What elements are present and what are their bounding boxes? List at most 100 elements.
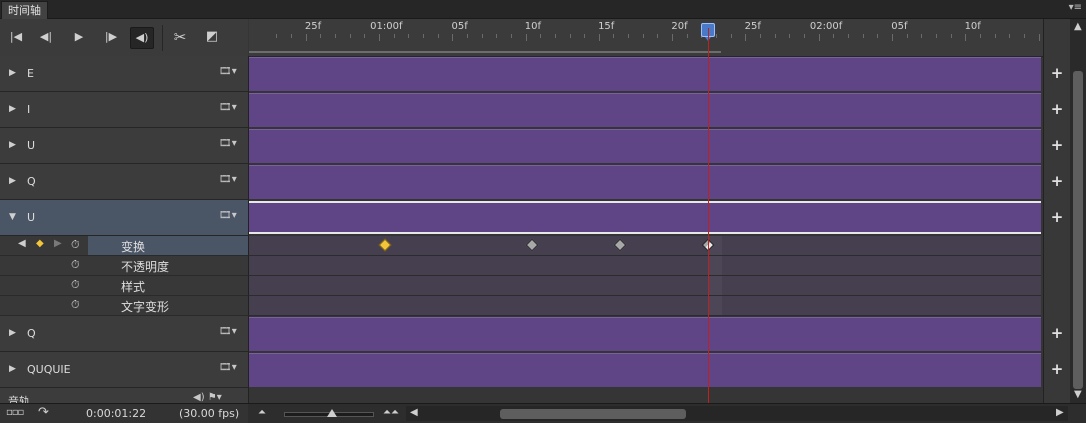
add-media-button[interactable]: +	[1048, 208, 1066, 226]
expand-triangle-icon[interactable]: ▶	[9, 176, 16, 186]
ruler-label: 05f	[451, 21, 467, 32]
add-media-button[interactable]: +	[1048, 360, 1066, 378]
film-strip-menu-icon[interactable]: 🎞▾	[219, 362, 237, 373]
layer-clip[interactable]	[249, 353, 1041, 387]
panel-menu-icon[interactable]: ▾≡	[1069, 2, 1082, 13]
stopwatch-icon[interactable]: ⏱	[71, 258, 80, 272]
film-strip-menu-icon[interactable]: 🎞▾	[219, 174, 237, 185]
expand-triangle-icon[interactable]: ▶	[9, 104, 16, 114]
scroll-right-icon[interactable]: ▶	[1056, 407, 1064, 418]
time-ruler[interactable]: 25f01:00f05f10f15f20f25f02:00f05f10f1	[249, 19, 1043, 57]
audio-toggle-button[interactable]: ◀)	[130, 27, 154, 49]
ruler-tick	[848, 34, 849, 38]
property-header[interactable]: ⏱文字变形	[0, 296, 249, 316]
work-area-bar[interactable]	[249, 51, 721, 53]
scroll-left-icon[interactable]: ◀	[410, 407, 418, 418]
layer-clip[interactable]	[249, 201, 1041, 234]
stopwatch-icon[interactable]: ⏱	[71, 238, 80, 252]
add-media-button[interactable]: +	[1048, 324, 1066, 342]
property-track[interactable]	[249, 256, 1041, 276]
current-time[interactable]: 0:00:01:22	[86, 407, 146, 420]
film-strip-menu-icon[interactable]: 🎞▾	[219, 138, 237, 149]
previous-keyframe-icon[interactable]: ◀	[18, 238, 26, 249]
playhead-line[interactable]	[708, 28, 709, 403]
go-to-first-frame-button[interactable]: |◀	[5, 27, 27, 47]
collapse-triangle-icon[interactable]: ▼	[9, 212, 16, 222]
vertical-scroll-thumb[interactable]	[1073, 71, 1083, 389]
layer-header[interactable]: ▶QUQUIE🎞▾	[0, 352, 249, 388]
zoom-in-icon[interactable]: ⏶⏶	[383, 407, 399, 418]
expand-triangle-icon[interactable]: ▶	[9, 328, 16, 338]
add-media-button[interactable]: +	[1048, 136, 1066, 154]
ruler-tick	[511, 34, 512, 38]
status-left: ▫▫▫ ↷ 0:00:01:22 (30.00 fps)	[0, 404, 248, 423]
layer-header[interactable]: ▶ E 🎞▾	[0, 56, 249, 92]
film-strip-menu-icon[interactable]: 🎞▾	[219, 66, 237, 77]
add-keyframe-icon[interactable]: ◆	[36, 238, 44, 249]
property-header[interactable]: ◀◆▶⏱变换	[0, 236, 249, 256]
previous-frame-button[interactable]: ◀|	[35, 27, 57, 47]
scroll-up-icon[interactable]: ▲	[1074, 21, 1082, 32]
ruler-tick	[965, 34, 966, 41]
expand-triangle-icon[interactable]: ▶	[9, 140, 16, 150]
layer-row: ▶QUQUIE🎞▾	[0, 352, 1043, 388]
ruler-tick	[452, 34, 453, 41]
scroll-down-icon[interactable]: ▼	[1074, 389, 1082, 400]
add-media-button[interactable]: +	[1048, 100, 1066, 118]
ruler-tick	[907, 34, 908, 38]
audio-track-header[interactable]: 音轨◀) ⚑▾	[0, 388, 249, 403]
layer-clip[interactable]	[249, 57, 1041, 91]
layer-row: ▶I🎞▾	[0, 92, 1043, 128]
layer-clip[interactable]	[249, 129, 1041, 163]
transition-button[interactable]: ◩	[201, 27, 223, 47]
horizontal-scroll-thumb[interactable]	[500, 409, 686, 419]
layer-header[interactable]: ▼U🎞▾	[0, 200, 249, 236]
next-frame-button[interactable]: |▶	[100, 27, 122, 47]
audio-controls-icon[interactable]: ◀) ⚑▾	[193, 392, 222, 403]
zoom-slider-thumb[interactable]	[327, 409, 337, 417]
ruler-tick	[555, 34, 556, 38]
play-button[interactable]: ▶	[68, 27, 90, 47]
ruler-tick	[936, 34, 937, 38]
zoom-out-icon[interactable]: ⏶	[258, 407, 266, 418]
film-strip-menu-icon[interactable]: 🎞▾	[219, 102, 237, 113]
layer-header[interactable]: ▶Q🎞▾	[0, 316, 249, 352]
property-header[interactable]: ⏱不透明度	[0, 256, 249, 276]
layer-clip[interactable]	[249, 165, 1041, 199]
expand-triangle-icon[interactable]: ▶	[9, 364, 16, 374]
horizontal-scrollbar[interactable]: ◀ ▶	[406, 406, 1068, 421]
ruler-tick	[1024, 34, 1025, 38]
scissors-icon[interactable]: ✂	[169, 27, 191, 47]
layer-name: E	[27, 67, 34, 80]
expand-triangle-icon[interactable]: ▶	[9, 68, 16, 78]
property-header[interactable]: ⏱样式	[0, 276, 249, 296]
layer-clip[interactable]	[249, 93, 1041, 127]
vertical-scrollbar[interactable]: ▲ ▼	[1070, 19, 1086, 403]
add-media-button[interactable]: +	[1048, 172, 1066, 190]
ruler-tick	[833, 34, 834, 38]
layer-header[interactable]: ▶Q🎞▾	[0, 164, 249, 200]
layer-header[interactable]: ▶I🎞▾	[0, 92, 249, 128]
layer-header[interactable]: ▶U🎞▾	[0, 128, 249, 164]
stopwatch-icon[interactable]: ⏱	[71, 298, 80, 312]
ruler-tick	[863, 34, 864, 38]
film-strip-menu-icon[interactable]: 🎞▾	[219, 326, 237, 337]
ruler-label: 05f	[891, 21, 907, 32]
layer-row: ▶Q🎞▾	[0, 316, 1043, 352]
next-keyframe-icon[interactable]: ▶	[54, 238, 62, 249]
property-track[interactable]	[249, 296, 1041, 316]
film-strip-menu-icon[interactable]: 🎞▾	[219, 210, 237, 221]
property-track[interactable]	[249, 276, 1041, 296]
add-media-button[interactable]: +	[1048, 64, 1066, 82]
ruler-tick	[320, 34, 321, 38]
property-track[interactable]	[249, 236, 1041, 256]
stopwatch-icon[interactable]: ⏱	[71, 278, 80, 292]
ruler-tick	[921, 34, 922, 38]
ruler-tick	[995, 34, 996, 38]
convert-arrow-icon[interactable]: ↷	[38, 405, 49, 420]
tab-timeline[interactable]: 时间轴	[1, 1, 48, 19]
frame-animation-icon[interactable]: ▫▫▫	[6, 407, 23, 418]
layer-clip[interactable]	[249, 317, 1041, 351]
ruler-tick	[731, 34, 732, 38]
ruler-tick	[628, 34, 629, 38]
